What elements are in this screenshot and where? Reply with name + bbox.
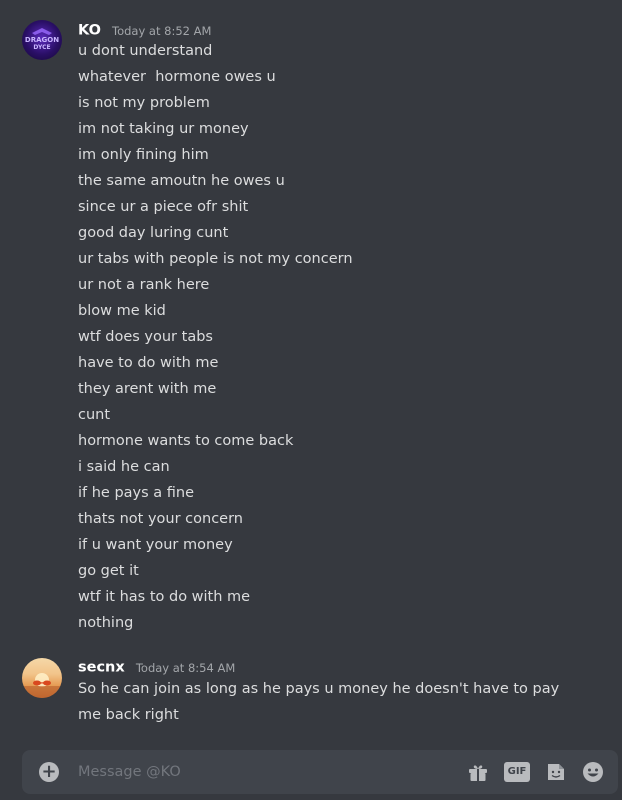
message-line: good day luring cunt xyxy=(78,225,229,241)
timestamp: Today at 8:54 AM xyxy=(135,660,236,675)
message-header: KO Today at 8:52 AM xyxy=(78,20,211,40)
message-line: the same amoutn he owes u xyxy=(78,173,285,189)
emoji-icon[interactable] xyxy=(581,760,605,784)
message-line: thats not your concern xyxy=(78,511,244,527)
message-line: blow me kid xyxy=(78,303,166,319)
message-line: go get it xyxy=(78,563,139,579)
message-line: im not taking ur money xyxy=(78,121,249,137)
message-line: ur not a rank here xyxy=(78,277,210,293)
gift-icon[interactable] xyxy=(466,760,490,784)
username[interactable]: KO xyxy=(78,23,101,39)
message-line: whatever hormone owes u xyxy=(78,69,276,85)
message-line: hormone wants to come back xyxy=(78,433,294,449)
plus-icon[interactable]: + xyxy=(39,762,59,782)
message-line: have to do with me xyxy=(78,355,219,371)
sunset-avatar-icon xyxy=(22,673,62,698)
message-line: they arent with me xyxy=(78,381,217,397)
svg-text:DRAGON: DRAGON xyxy=(25,36,59,44)
username[interactable]: secnx xyxy=(78,660,125,676)
svg-text:DYCE: DYCE xyxy=(33,44,50,51)
avatar[interactable]: DRAGON DYCE xyxy=(22,20,62,60)
message-lines: u dont understand whatever hormone owes … xyxy=(78,38,598,636)
gif-icon[interactable]: GIF xyxy=(504,762,530,782)
message-line: since ur a piece ofr shit xyxy=(78,199,249,215)
timestamp: Today at 8:52 AM xyxy=(112,23,212,38)
message-line: im only fining him xyxy=(78,147,209,163)
message-composer[interactable]: + Message @KO GIF xyxy=(22,750,618,794)
message-line: if he pays a fine xyxy=(78,485,195,501)
sticker-icon[interactable] xyxy=(544,760,568,784)
message-input[interactable]: Message @KO xyxy=(78,750,181,794)
message-line: u dont understand xyxy=(78,43,213,59)
message-line: wtf it has to do with me xyxy=(78,589,251,605)
message-lines: So he can join as long as he pays u mone… xyxy=(78,676,578,728)
message-line: So he can join as long as he pays u mone… xyxy=(78,681,560,723)
dragon-dyce-logo-icon: DRAGON DYCE xyxy=(25,28,59,51)
composer-area: + Message @KO GIF xyxy=(0,740,622,800)
chat-messages: DRAGON DYCE KO Today at 8:52 AM u dont u… xyxy=(0,0,622,740)
message-line: nothing xyxy=(78,615,134,631)
message-line: if u want your money xyxy=(78,537,233,553)
message-header: secnx Today at 8:54 AM xyxy=(78,657,235,677)
message-line: wtf does your tabs xyxy=(78,329,213,345)
message-line: cunt xyxy=(78,407,111,423)
message-line: i said he can xyxy=(78,459,170,475)
message-line: ur tabs with people is not my concern xyxy=(78,251,353,267)
avatar[interactable] xyxy=(22,658,62,698)
message-line: is not my problem xyxy=(78,95,210,111)
